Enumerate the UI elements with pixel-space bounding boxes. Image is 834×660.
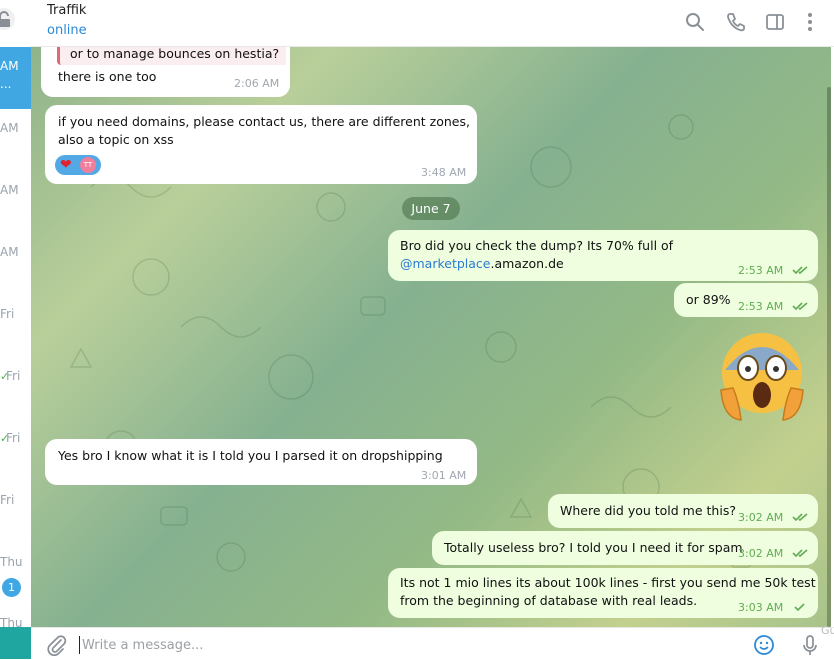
compose-bar: Gu (31, 624, 834, 660)
chat-list-time[interactable]: AM (0, 245, 19, 259)
double-check-icon (792, 513, 808, 522)
chat-list-time[interactable]: AM (0, 121, 19, 135)
more-vertical-icon[interactable] (799, 11, 821, 33)
chat-list-time: AM (0, 59, 19, 73)
chat-list-time[interactable]: Fri (0, 493, 14, 507)
scrollbar-thumb[interactable] (827, 87, 831, 627)
message-time: 2:06 AM (234, 77, 280, 90)
message-time: 3:02 AM (738, 511, 784, 524)
message-time: 3:02 AM (738, 547, 784, 560)
double-check-icon (792, 266, 808, 275)
chat-list-time[interactable]: Fri (6, 431, 20, 445)
message-bubble-incoming[interactable]: Yes bro I know what it is I told you I p… (45, 439, 477, 485)
quoted-reply-text: or to manage bounces on hestia? (70, 47, 280, 61)
double-check-icon (792, 302, 808, 311)
message-time: 3:03 AM (738, 601, 784, 614)
microphone-icon[interactable] (799, 634, 821, 656)
heart-icon: ❤ (60, 157, 72, 173)
paperclip-icon[interactable] (45, 634, 67, 656)
chat-list-time[interactable]: Fri (0, 307, 14, 321)
search-icon[interactable] (684, 11, 706, 33)
message-bubble-outgoing[interactable]: or 89% 2:53 AM (674, 283, 818, 317)
message-text-line: Its not 1 mio lines its about 100k lines… (400, 575, 816, 590)
emoji-icon[interactable] (753, 634, 775, 656)
message-text: Totally useless bro? I told you I need i… (444, 540, 743, 555)
chat-list-item-active[interactable]: AM ... (0, 47, 31, 109)
chat-header: Traffik online (31, 0, 834, 47)
message-time: 3:01 AM (421, 469, 467, 482)
message-history[interactable]: or to manage bounces on hestia? there is… (31, 47, 831, 627)
reaction-chip[interactable]: ❤ TT (55, 155, 101, 175)
message-bubble-outgoing[interactable]: Its not 1 mio lines its about 100k lines… (388, 568, 818, 618)
chat-list-time[interactable]: AM (0, 183, 19, 197)
phone-icon[interactable] (725, 11, 747, 33)
message-text: Yes bro I know what it is I told you I p… (58, 448, 443, 463)
message-text-line: @marketplace.amazon.de (400, 255, 564, 273)
message-bubble-outgoing[interactable]: Bro did you check the dump? Its 70% full… (388, 230, 818, 281)
message-text-line: if you need domains, please contact us, … (58, 114, 470, 129)
chat-title[interactable]: Traffik (47, 3, 86, 18)
double-check-icon (792, 549, 808, 558)
quoted-reply[interactable]: or to manage bounces on hestia? (57, 47, 286, 65)
message-text-line: also a topic on xss (58, 132, 174, 147)
chat-list-preview: ... (0, 77, 12, 91)
scrollbar[interactable] (824, 47, 834, 627)
message-text: or 89% (686, 292, 731, 307)
chat-list-strip: AM ... AM AM AM Fri ✓ Fri ✓ Fri Fri Thu … (0, 0, 32, 659)
chat-list-time[interactable]: Thu (0, 555, 23, 569)
message-bubble-incoming[interactable]: or to manage bounces on hestia? there is… (41, 47, 290, 97)
screaming-emoji-sticker[interactable] (717, 330, 807, 424)
message-bubble-outgoing[interactable]: Totally useless bro? I told you I need i… (432, 531, 818, 565)
chat-list-footer (0, 627, 31, 659)
mention-link[interactable]: @marketplace (400, 256, 491, 271)
message-bubble-outgoing[interactable]: Where did you told me this? 3:02 AM (548, 494, 818, 528)
message-text-line: Bro did you check the dump? Its 70% full… (400, 238, 674, 253)
check-icon (794, 603, 805, 612)
message-time: 3:48 AM (421, 166, 467, 179)
chat-status: online (47, 23, 87, 38)
date-separator: June 7 (402, 197, 460, 220)
message-input[interactable] (79, 636, 682, 654)
sidebar-toggle-icon[interactable] (764, 11, 786, 33)
message-time: 2:53 AM (738, 264, 784, 277)
message-time: 2:53 AM (738, 300, 784, 313)
message-text-fragment: .amazon.de (490, 256, 564, 271)
unread-badge: 1 (2, 578, 21, 597)
avatar: TT (80, 157, 96, 173)
message-text: Where did you told me this? (560, 503, 736, 518)
message-text-line: from the beginning of database with real… (400, 593, 698, 608)
message-bubble-incoming[interactable]: if you need domains, please contact us, … (45, 105, 477, 184)
chat-list-time[interactable]: Fri (6, 369, 20, 383)
overflow-text: Gu (821, 624, 834, 637)
lock-icon[interactable] (0, 7, 18, 31)
message-text: there is one too (58, 69, 157, 84)
